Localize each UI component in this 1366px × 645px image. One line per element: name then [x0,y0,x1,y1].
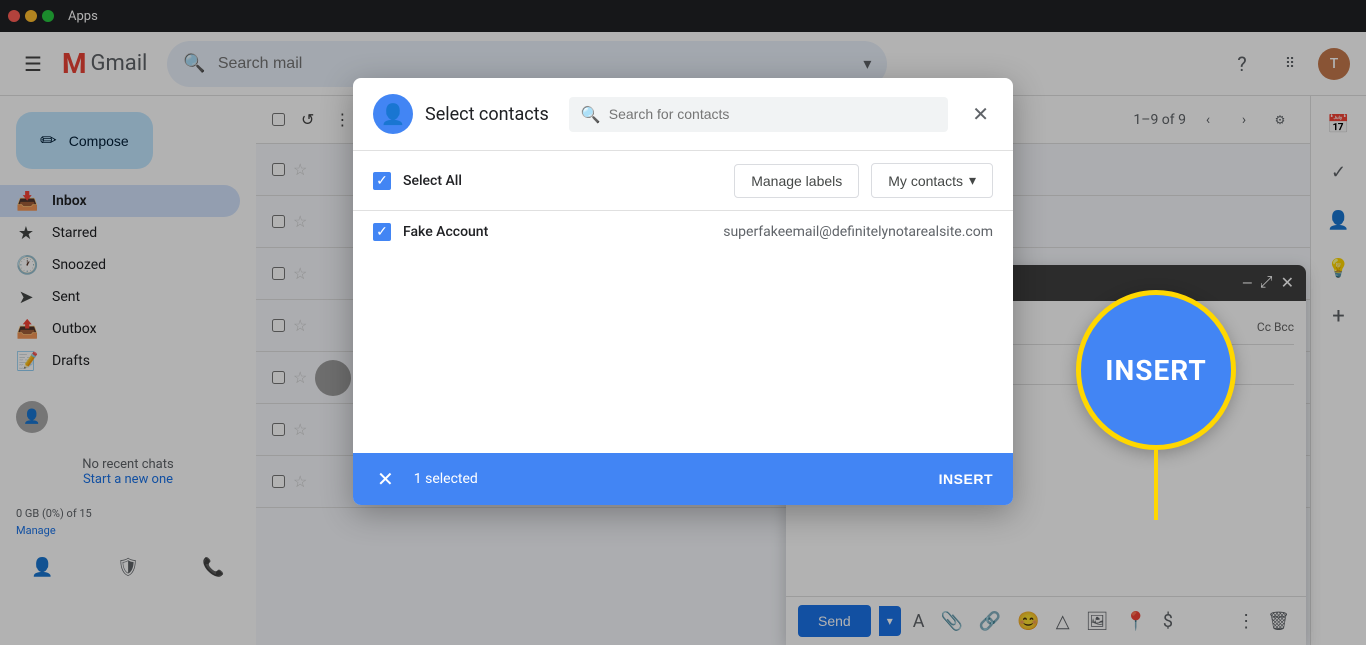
callout-connector-line [1154,450,1158,520]
modal-search-bar[interactable]: 🔍 [569,97,948,132]
contact-row: ✓ Fake Account superfakeemail@definitely… [353,211,1013,253]
insert-callout: INSERT [1076,290,1236,520]
select-all-label: Select All [403,173,722,189]
select-contacts-modal: 👤 Select contacts 🔍 ✕ ✓ Select All Manag… [353,78,1013,505]
modal-title: Select contacts [425,104,549,125]
modal-search-icon: 🔍 [581,105,601,124]
my-contacts-button[interactable]: My contacts ▾ [871,163,993,198]
footer-close-button[interactable]: ✕ [373,463,398,496]
my-contacts-dropdown-icon[interactable]: ▾ [969,172,976,189]
footer-selected-text: 1 selected [414,471,939,487]
insert-circle[interactable]: INSERT [1076,290,1236,450]
my-contacts-label: My contacts [888,173,963,189]
contact-email: superfakeemail@definitelynotarealsite.co… [723,224,993,240]
manage-labels-button[interactable]: Manage labels [734,164,859,198]
modal-footer: ✕ 1 selected INSERT [353,453,1013,505]
modal-close-button[interactable]: ✕ [968,98,993,131]
modal-search-input[interactable] [609,106,936,122]
contact-name: Fake Account [403,224,711,240]
modal-header: 👤 Select contacts 🔍 ✕ [353,78,1013,151]
contact-checkbox[interactable]: ✓ [373,223,391,241]
insert-circle-label: INSERT [1105,354,1206,387]
person-modal-icon: 👤 [381,102,406,126]
select-all-checkbox[interactable]: ✓ [373,172,391,190]
modal-header-icon: 👤 [373,94,413,134]
footer-insert-button[interactable]: INSERT [939,471,993,487]
select-all-row: ✓ Select All Manage labels My contacts ▾ [353,151,1013,211]
